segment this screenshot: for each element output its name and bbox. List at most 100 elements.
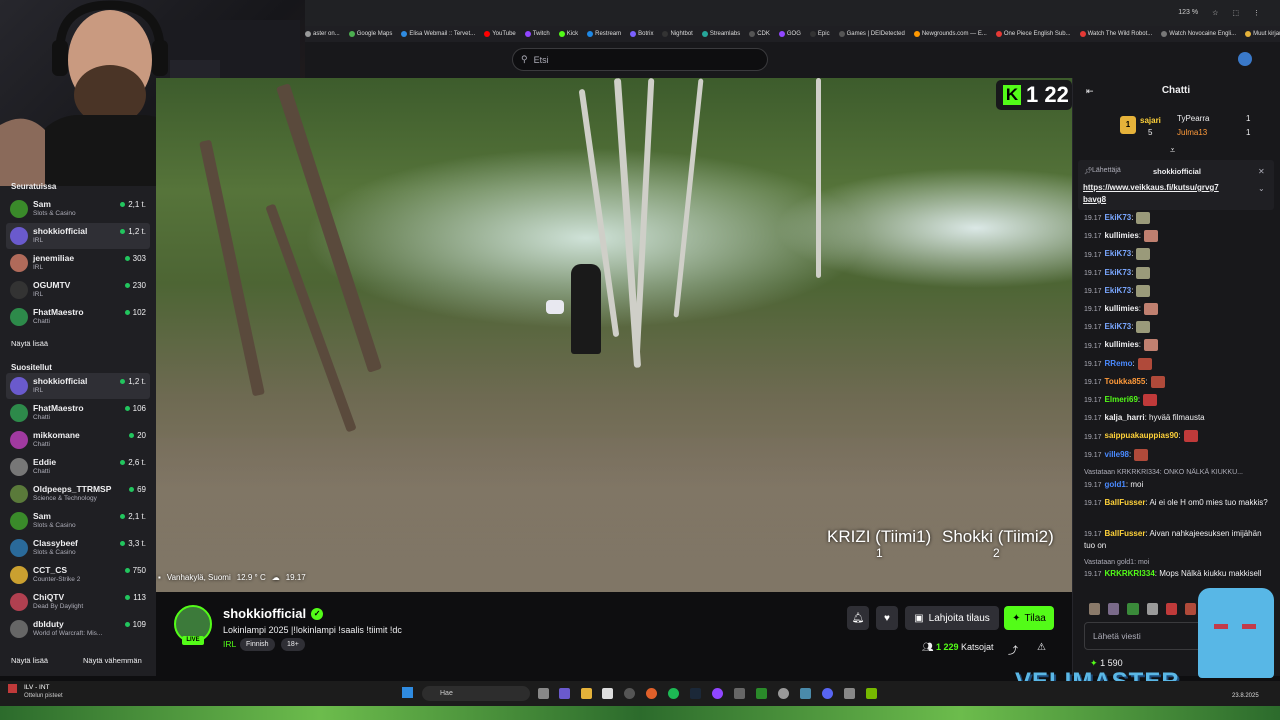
msg-user[interactable]: Elmeri69: [1105, 395, 1138, 404]
unpin-icon[interactable]: ✕: [1258, 167, 1265, 176]
sidebar-channel-item[interactable]: Sam Slots & Casino 2,1 t.: [6, 196, 150, 222]
show-more-link[interactable]: Näytä lisää: [11, 339, 48, 348]
emote-icon[interactable]: [1146, 603, 1158, 615]
sidebar-channel-item[interactable]: dbIduty World of Warcraft: Mis... 109: [6, 616, 150, 642]
subscribe-button[interactable]: ✦ Tilaa: [1004, 606, 1054, 630]
bookmark-item[interactable]: One Piece English Sub...: [995, 26, 1071, 42]
app-icon-3[interactable]: [844, 688, 855, 699]
msg-user[interactable]: kullimies: [1105, 231, 1139, 240]
sidebar-channel-item[interactable]: jenemiliae IRL 303: [6, 250, 150, 276]
windows-start-icon[interactable]: [402, 687, 413, 698]
msg-user[interactable]: BallFusser: [1105, 529, 1146, 538]
msg-user[interactable]: RRemo: [1105, 359, 1133, 368]
bookmark-item[interactable]: YouTube: [484, 26, 516, 42]
task-view-icon[interactable]: [538, 688, 549, 699]
notifications-bell-icon[interactable]: 🔔︎: [847, 606, 869, 630]
bookmark-item[interactable]: Games | DEIDetected: [838, 26, 905, 42]
show-more-link-2[interactable]: Näytä lisää: [11, 656, 48, 665]
msg-user[interactable]: EkiK73: [1105, 286, 1132, 295]
bookmark-item[interactable]: GOG: [778, 26, 801, 42]
sidebar-channel-item[interactable]: OGUMTV IRL 230: [6, 277, 150, 303]
emote-icon[interactable]: [1108, 603, 1120, 615]
emote-icon[interactable]: [1165, 603, 1177, 615]
notification-title[interactable]: ILV - INT: [24, 684, 50, 691]
app-icon-2[interactable]: [800, 688, 811, 699]
chat-input[interactable]: Lähetä viesti: [1084, 622, 1210, 650]
menu-icon[interactable]: ⋮: [1253, 9, 1260, 17]
star-icon[interactable]: ☆: [1212, 9, 1218, 17]
bookmark-item[interactable]: Streamlabs: [701, 26, 740, 42]
msg-user[interactable]: EkiK73: [1105, 213, 1132, 222]
excel-icon[interactable]: [756, 688, 767, 699]
share-icon[interactable]: ⤴: [1008, 642, 1018, 657]
profile-avatar[interactable]: [1238, 52, 1252, 66]
spotify-icon[interactable]: [668, 688, 679, 699]
msg-user[interactable]: KRKRKRI334: [1105, 569, 1155, 578]
sidebar-channel-item[interactable]: Eddie Chatti 2,6 t.: [6, 454, 150, 480]
obs-icon[interactable]: [778, 688, 789, 699]
video-player[interactable]: KRIZI (Tiimi1) 1 Shokki (Tiimi2) 2: [156, 78, 1072, 592]
bookmark-item[interactable]: aster on...: [305, 26, 340, 42]
bookmark-item[interactable]: Watch The Wild Robot...: [1079, 26, 1152, 42]
nvidia-icon[interactable]: [866, 688, 877, 699]
teams-icon[interactable]: [559, 688, 570, 699]
notification-subtitle[interactable]: Ottelun pisteet: [24, 693, 63, 699]
msg-user[interactable]: ville98: [1105, 450, 1129, 459]
emote-icon[interactable]: [1089, 603, 1101, 615]
search-input[interactable]: ⚲ Etsi: [512, 48, 768, 71]
emote-icon[interactable]: [1127, 603, 1139, 615]
bookmark-item[interactable]: Epic: [809, 26, 830, 42]
sidebar-channel-item[interactable]: Classybeef Slots & Casino 3,3 t.: [6, 535, 150, 561]
bookmark-item[interactable]: Nightbot: [662, 26, 693, 42]
app-icon[interactable]: [734, 688, 745, 699]
steam-icon[interactable]: [690, 688, 701, 699]
follow-heart-icon[interactable]: ♥: [876, 606, 898, 630]
store-icon[interactable]: [602, 688, 613, 699]
gift-sub-button[interactable]: ▣ Lahjoita tilaus: [905, 606, 999, 630]
msg-user[interactable]: gold1: [1105, 480, 1126, 489]
sidebar-channel-item[interactable]: ChiQTV Dead By Daylight 113: [6, 589, 150, 615]
msg-user[interactable]: kullimies: [1105, 304, 1139, 313]
msg-user[interactable]: saippuakauppias90: [1105, 432, 1179, 441]
stream-category[interactable]: IRL: [223, 639, 236, 649]
firefox-icon[interactable]: [646, 688, 657, 699]
chrome-icon[interactable]: [624, 688, 635, 699]
msg-user[interactable]: EkiK73: [1105, 268, 1132, 277]
emote-icon[interactable]: [1184, 603, 1197, 615]
msg-user[interactable]: EkiK73: [1105, 322, 1132, 331]
msg-user[interactable]: kullimies: [1105, 341, 1139, 350]
msg-user[interactable]: Toukka855: [1105, 377, 1146, 386]
pinned-link[interactable]: https://www.veikkaus.fi/kutsu/grvg7bavg8: [1083, 182, 1223, 206]
bookmark-item[interactable]: Muut kirjanmerkit: [1245, 26, 1280, 42]
bookmark-item[interactable]: Kick: [558, 26, 578, 42]
msg-user[interactable]: EkiK73: [1105, 250, 1132, 259]
sidebar-channel-item[interactable]: mikkomane Chatti 20: [6, 427, 150, 453]
sidebar-channel-item[interactable]: Oldpeeps_TTRMSP Science & Technology 69: [6, 481, 150, 507]
channel-name[interactable]: shokkiofficial: [223, 606, 306, 621]
tag-18plus[interactable]: 18+: [281, 638, 305, 651]
tag-finnish[interactable]: Finnish: [240, 638, 275, 651]
bookmark-item[interactable]: Botrix: [630, 26, 653, 42]
twitch-icon[interactable]: [712, 688, 723, 699]
report-icon[interactable]: ⚠: [1037, 642, 1046, 653]
discord-icon[interactable]: [822, 688, 833, 699]
sidebar-channel-item[interactable]: shokkiofficial IRL 1,2 t.: [6, 373, 150, 399]
bookmark-item[interactable]: Elisa Webmail :: Tervet...: [401, 26, 475, 42]
bookmark-item[interactable]: Watch Novocaine Engli...: [1161, 26, 1236, 42]
channel-name-row[interactable]: shokkiofficial ✓: [223, 606, 324, 621]
sidebar-channel-item[interactable]: CCT_CS Counter-Strike 2 750: [6, 562, 150, 588]
expand-pinned-icon[interactable]: ⌄: [1258, 184, 1265, 193]
sidebar-channel-item[interactable]: Sam Slots & Casino 2,1 t.: [6, 508, 150, 534]
bookmark-item[interactable]: CDK: [749, 26, 770, 42]
bookmark-item[interactable]: Restream: [587, 26, 621, 42]
msg-user[interactable]: kalja_harri: [1105, 413, 1145, 422]
bookmark-item[interactable]: Newgrounds.com — E...: [913, 26, 987, 42]
show-less-link[interactable]: Näytä vähemmän: [83, 656, 142, 665]
file-explorer-icon[interactable]: [581, 688, 592, 699]
bookmark-item[interactable]: Google Maps: [348, 26, 392, 42]
leaderboard-toggle-icon[interactable]: ⩡: [1170, 145, 1175, 156]
sidebar-channel-item[interactable]: shokkiofficial IRL 1,2 t.: [6, 223, 150, 249]
sidebar-channel-item[interactable]: FhatMaestro Chatti 102: [6, 304, 150, 330]
msg-user[interactable]: BallFusser: [1105, 498, 1146, 507]
zoom-level[interactable]: 123 %: [1178, 9, 1198, 17]
